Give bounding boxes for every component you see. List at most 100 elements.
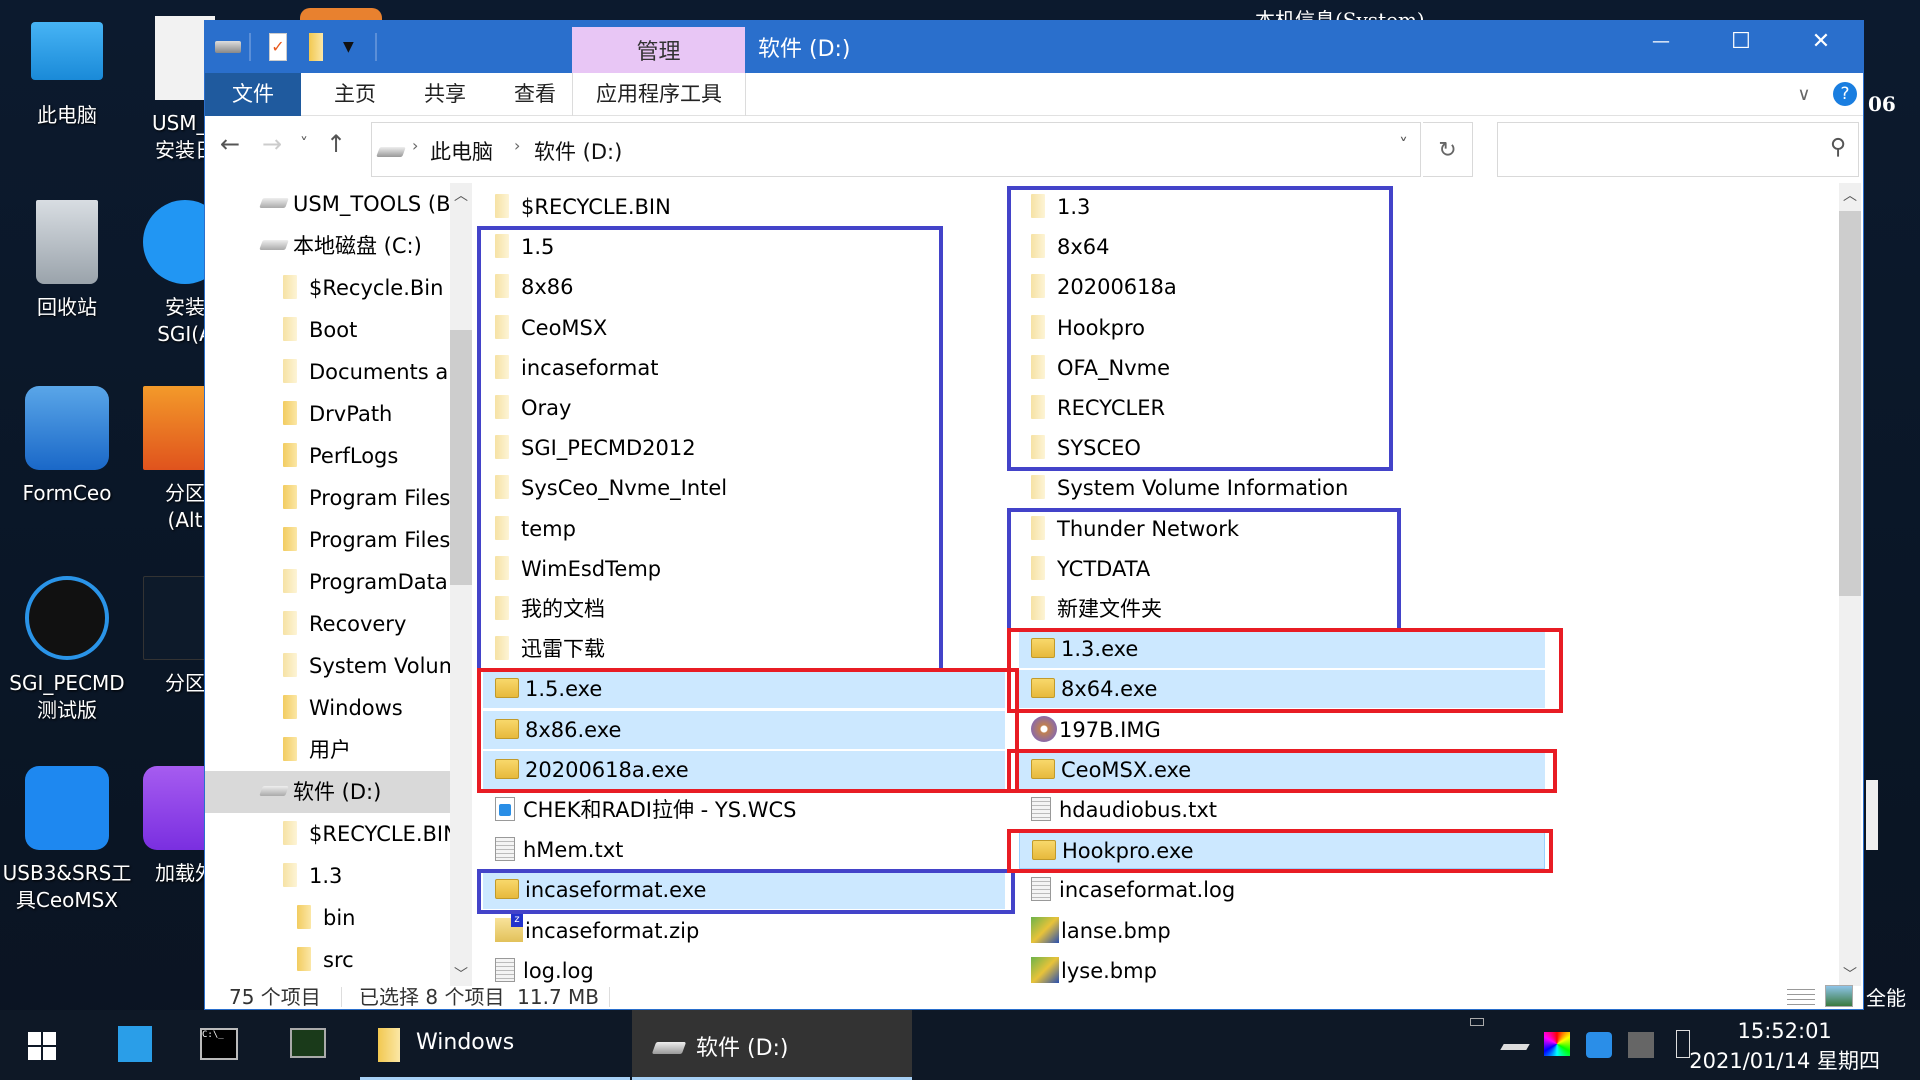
- taskbar-registry-editor[interactable]: [100, 1010, 170, 1080]
- file-item[interactable]: 1.5.exe: [483, 670, 1005, 709]
- file-item[interactable]: incaseformat.log: [1019, 871, 1439, 909]
- file-item[interactable]: Oray: [483, 389, 903, 427]
- file-item[interactable]: Thunder Network: [1019, 510, 1439, 548]
- file-item[interactable]: 8x86.exe: [483, 710, 1005, 749]
- vmware-tray-icon[interactable]: [1628, 1032, 1654, 1058]
- nav-item[interactable]: Boot: [205, 309, 453, 351]
- nav-scroll-thumb[interactable]: [450, 330, 472, 585]
- file-item[interactable]: 新建文件夹: [1019, 590, 1439, 628]
- file-item[interactable]: incaseformat: [483, 349, 903, 387]
- file-item[interactable]: 20200618a: [1019, 268, 1439, 306]
- file-item[interactable]: hdaudiobus.txt: [1019, 791, 1439, 829]
- file-item[interactable]: 1.5: [483, 228, 903, 266]
- breadcrumb-this-pc[interactable]: 此电脑: [430, 136, 493, 166]
- file-item[interactable]: 8x64: [1019, 228, 1439, 266]
- file-item[interactable]: incaseformat.zip: [483, 912, 903, 950]
- address-bar[interactable]: › 此电脑 › 软件 (D:) ˅: [371, 122, 1421, 177]
- nav-item[interactable]: src: [205, 939, 453, 981]
- refresh-button[interactable]: ↻: [1423, 122, 1473, 177]
- nav-item[interactable]: Recovery: [205, 603, 453, 645]
- keyboard-icon[interactable]: [1470, 1018, 1484, 1026]
- nav-item[interactable]: 用户: [205, 729, 453, 771]
- help-button[interactable]: ?: [1833, 82, 1857, 106]
- file-item[interactable]: YCTDATA: [1019, 550, 1439, 588]
- file-item[interactable]: SysCeo_Nvme_Intel: [483, 469, 903, 507]
- file-item[interactable]: 迅雷下载: [483, 630, 903, 668]
- customize-quick-access-icon[interactable]: ▼: [343, 33, 354, 61]
- desktop-icon-recycle-bin[interactable]: 回收站: [2, 200, 132, 321]
- file-item[interactable]: log.log: [483, 952, 903, 986]
- file-item[interactable]: 1.3.exe: [1019, 630, 1545, 669]
- nav-item[interactable]: USM_TOOLS (B: [205, 183, 453, 225]
- minimize-button[interactable]: —: [1621, 21, 1701, 63]
- clock[interactable]: 15:52:01 2021/01/14 星期四: [1689, 1016, 1880, 1076]
- nav-item[interactable]: Program Files: [205, 477, 453, 519]
- file-item[interactable]: 20200618a.exe: [483, 750, 1005, 789]
- back-button[interactable]: ←: [215, 124, 245, 164]
- scroll-up-button[interactable]: ︿: [1839, 185, 1861, 205]
- file-item[interactable]: lanse.bmp: [1019, 912, 1439, 950]
- tab-application-tools[interactable]: 应用程序工具: [573, 73, 745, 116]
- breadcrumb-drive-d[interactable]: 软件 (D:): [534, 136, 622, 166]
- forward-button[interactable]: →: [257, 124, 287, 164]
- desktop-icon-sgi-pecmd[interactable]: SGI_PECMD 测试版: [2, 576, 132, 724]
- nav-item[interactable]: $Recycle.Bin: [205, 267, 453, 309]
- maximize-button[interactable]: ☐: [1701, 21, 1781, 63]
- nav-scrollbar[interactable]: ︿ ﹀: [450, 183, 472, 986]
- address-dropdown-button[interactable]: ˅: [1399, 135, 1408, 156]
- file-item[interactable]: OFA_Nvme: [1019, 349, 1439, 387]
- tab-view[interactable]: 查看: [495, 73, 575, 116]
- file-item[interactable]: WimEsdTemp: [483, 550, 903, 588]
- file-list-scrollbar[interactable]: ︿ ﹀: [1839, 183, 1861, 986]
- desktop-icon-formceo[interactable]: FormCeo: [2, 386, 132, 507]
- nav-item[interactable]: ProgramData: [205, 561, 453, 603]
- scroll-up-button[interactable]: ︿: [450, 185, 472, 205]
- sgi-tray-icon[interactable]: [1586, 1032, 1612, 1058]
- file-item[interactable]: Hookpro.exe: [1019, 831, 1545, 870]
- properties-icon[interactable]: ✓: [269, 33, 287, 61]
- file-item[interactable]: SYSCEO: [1019, 429, 1439, 467]
- taskbar-windows-folder[interactable]: Windows: [360, 1010, 630, 1080]
- file-item[interactable]: Hookpro: [1019, 309, 1439, 347]
- nav-item[interactable]: Windows: [205, 687, 453, 729]
- nav-item[interactable]: bin: [205, 897, 453, 939]
- recent-locations-button[interactable]: ˅: [289, 124, 319, 164]
- nav-item[interactable]: System Volum: [205, 645, 453, 687]
- file-item[interactable]: SGI_PECMD2012: [483, 429, 903, 467]
- nav-item[interactable]: PerfLogs: [205, 435, 453, 477]
- nav-item[interactable]: 1.3: [205, 855, 453, 897]
- up-button[interactable]: ↑: [321, 124, 351, 164]
- desktop-icon-this-pc[interactable]: 此电脑: [2, 16, 132, 129]
- file-item[interactable]: CeoMSX.exe: [1019, 750, 1545, 789]
- tab-file[interactable]: 文件: [205, 73, 301, 116]
- large-icons-view-button[interactable]: [1825, 985, 1853, 1007]
- file-item[interactable]: 8x64.exe: [1019, 670, 1545, 709]
- file-item[interactable]: System Volume Information: [1019, 469, 1439, 507]
- color-tray-icon[interactable]: [1544, 1032, 1570, 1056]
- taskbar-drive-d[interactable]: 软件 (D:): [632, 1010, 912, 1080]
- file-item[interactable]: 8x86: [483, 268, 903, 306]
- file-item[interactable]: incaseformat.exe: [483, 871, 1005, 910]
- file-item[interactable]: 我的文档: [483, 590, 903, 628]
- nav-item[interactable]: 软件 (D:): [205, 771, 453, 813]
- details-view-button[interactable]: [1787, 985, 1815, 1007]
- usb-tray-icon[interactable]: [1676, 1030, 1690, 1058]
- nav-item[interactable]: DrvPath: [205, 393, 453, 435]
- taskbar-command-prompt[interactable]: C:\_: [190, 1010, 260, 1080]
- tab-share[interactable]: 共享: [405, 73, 485, 116]
- manage-context-tab[interactable]: 管理: [572, 27, 745, 73]
- search-input[interactable]: ⚲: [1497, 122, 1859, 177]
- file-item[interactable]: temp: [483, 510, 903, 548]
- expand-ribbon-button[interactable]: ∨: [1789, 73, 1819, 116]
- close-button[interactable]: ✕: [1781, 21, 1861, 63]
- file-item[interactable]: $RECYCLE.BIN: [483, 188, 903, 226]
- start-button[interactable]: [0, 1010, 84, 1080]
- file-item[interactable]: RECYCLER: [1019, 389, 1439, 427]
- nav-item[interactable]: $RECYCLE.BIN: [205, 813, 453, 855]
- file-item[interactable]: 197B.IMG: [1019, 711, 1439, 749]
- network-tray-icon[interactable]: [1500, 1044, 1530, 1050]
- file-list-scroll-thumb[interactable]: [1839, 211, 1861, 596]
- search-icon[interactable]: ⚲: [1830, 135, 1846, 160]
- file-item[interactable]: 1.3: [1019, 188, 1439, 226]
- file-item[interactable]: lyse.bmp: [1019, 952, 1439, 986]
